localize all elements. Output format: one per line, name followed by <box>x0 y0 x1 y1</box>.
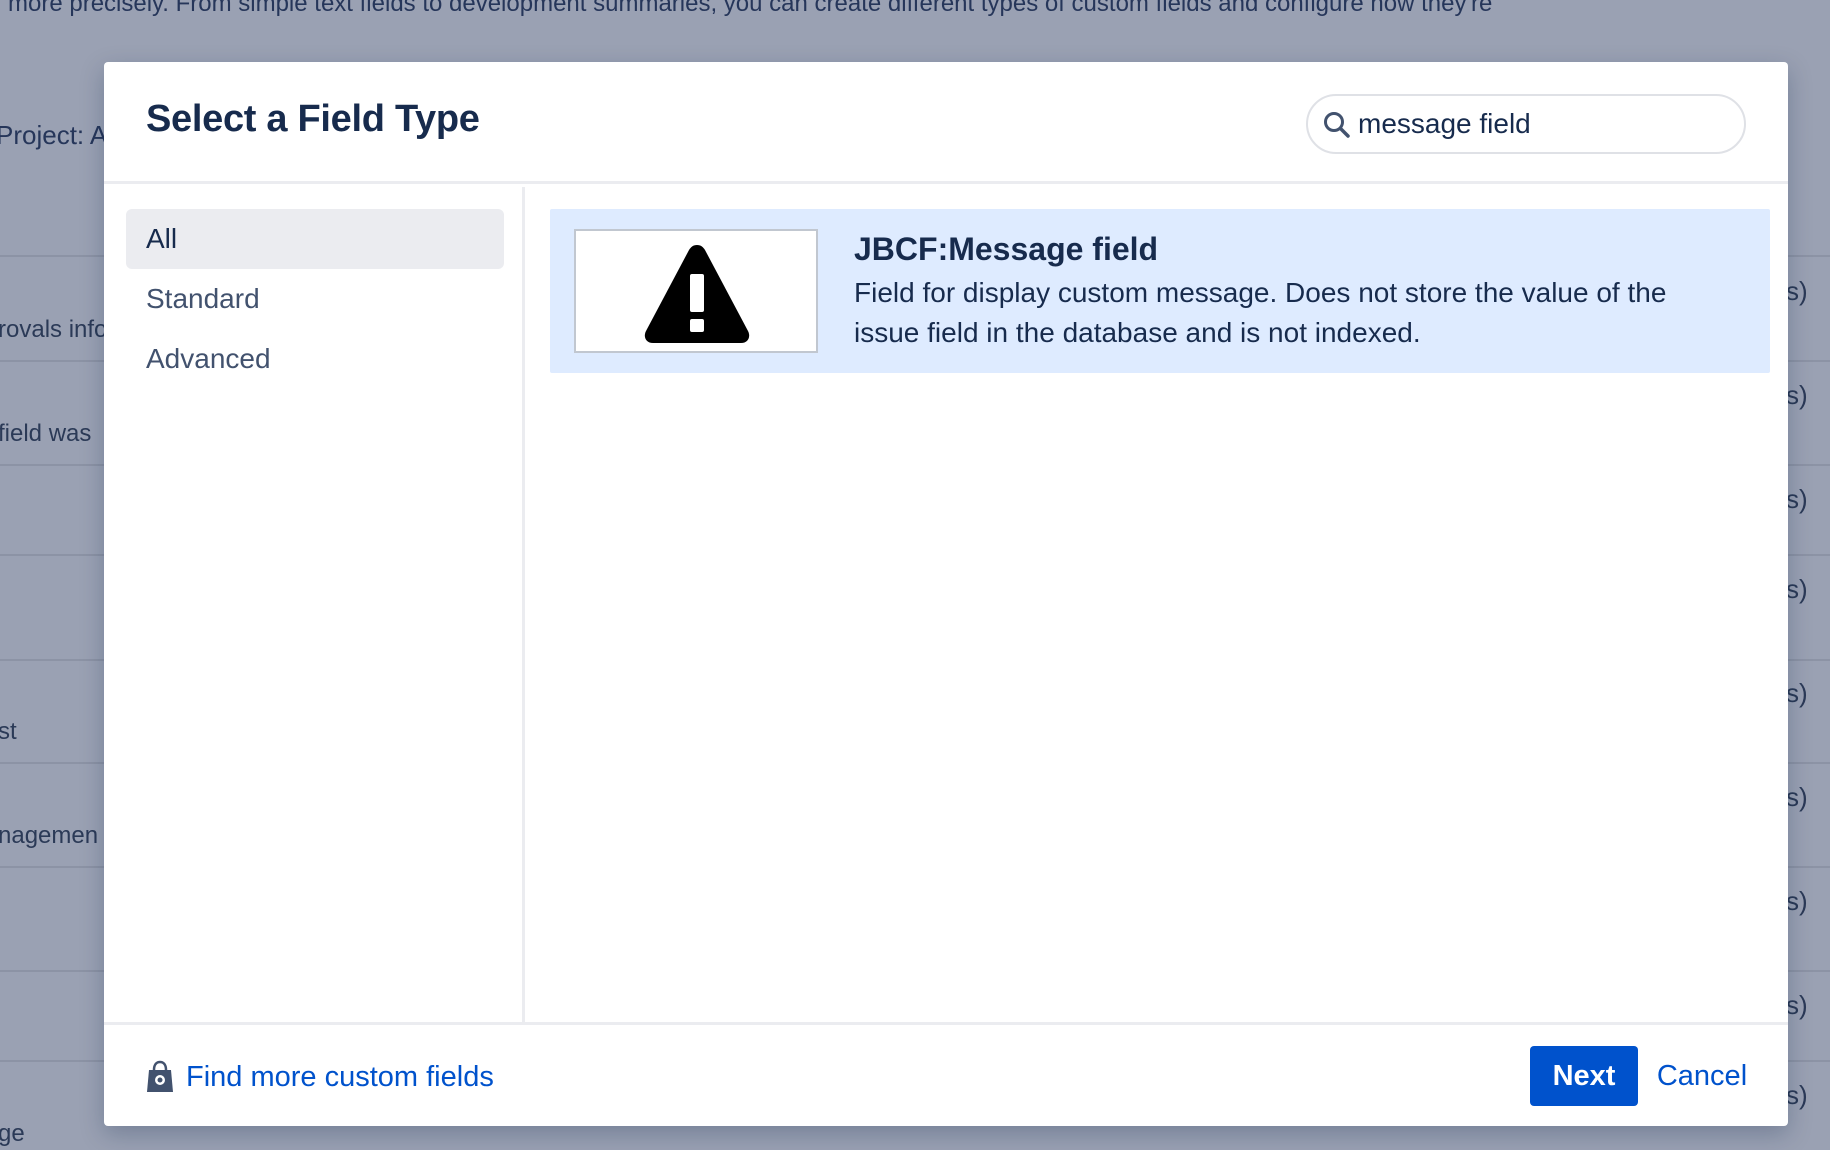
category-item-advanced[interactable]: Advanced <box>126 329 504 389</box>
field-type-title: JBCF:Message field <box>854 231 1159 267</box>
select-field-type-dialog: Select a Field Type All Standard Advance… <box>104 62 1788 1126</box>
find-more-custom-fields-link[interactable]: Find more custom fields <box>146 1057 494 1097</box>
cancel-button[interactable]: Cancel <box>1652 1046 1752 1106</box>
warning-icon <box>644 245 750 343</box>
dialog-footer: Find more custom fields Next Cancel <box>104 1022 1788 1126</box>
background-right-text: s) <box>1786 276 1808 306</box>
field-type-results: JBCF:Message field Field for display cus… <box>528 187 1788 1025</box>
dialog-body: All Standard Advanced JBCF:Message field… <box>104 187 1788 1025</box>
background-project-label: Project: A <box>0 120 108 150</box>
background-right-text: s) <box>1786 782 1808 812</box>
background-right-text: s) <box>1786 886 1808 916</box>
background-row-text: field was <box>0 420 92 447</box>
dialog-header: Select a Field Type <box>104 62 1788 184</box>
next-button[interactable]: Next <box>1530 1046 1638 1106</box>
search-box[interactable] <box>1306 94 1746 154</box>
category-sidebar: All Standard Advanced <box>104 187 525 1025</box>
background-row-text: nagemen <box>0 822 99 849</box>
field-type-description: Field for display custom message. Does n… <box>854 277 1667 348</box>
background-right-text: s) <box>1786 678 1808 708</box>
category-item-standard[interactable]: Standard <box>126 269 504 329</box>
background-row-text: ge <box>0 1120 25 1147</box>
field-type-option-message-field[interactable]: JBCF:Message field Field for display cus… <box>550 209 1770 373</box>
background-right-text: s) <box>1786 574 1808 604</box>
field-type-thumbnail <box>574 229 818 353</box>
dialog-title: Select a Field Type <box>146 98 480 140</box>
background-right-text: s) <box>1786 1080 1808 1110</box>
background-intro-text: more precisely. From simple text fields … <box>8 0 1493 17</box>
category-item-all[interactable]: All <box>126 209 504 269</box>
find-more-label: Find more custom fields <box>186 1060 494 1093</box>
background-right-text: s) <box>1786 484 1808 514</box>
background-right-text: s) <box>1786 380 1808 410</box>
background-row-text: rovals info <box>0 316 108 343</box>
search-input[interactable] <box>1358 102 1728 146</box>
background-right-text: s) <box>1786 990 1808 1020</box>
marketplace-bag-icon <box>147 1060 173 1092</box>
background-row-text: st <box>0 718 17 745</box>
search-icon <box>1324 112 1350 138</box>
